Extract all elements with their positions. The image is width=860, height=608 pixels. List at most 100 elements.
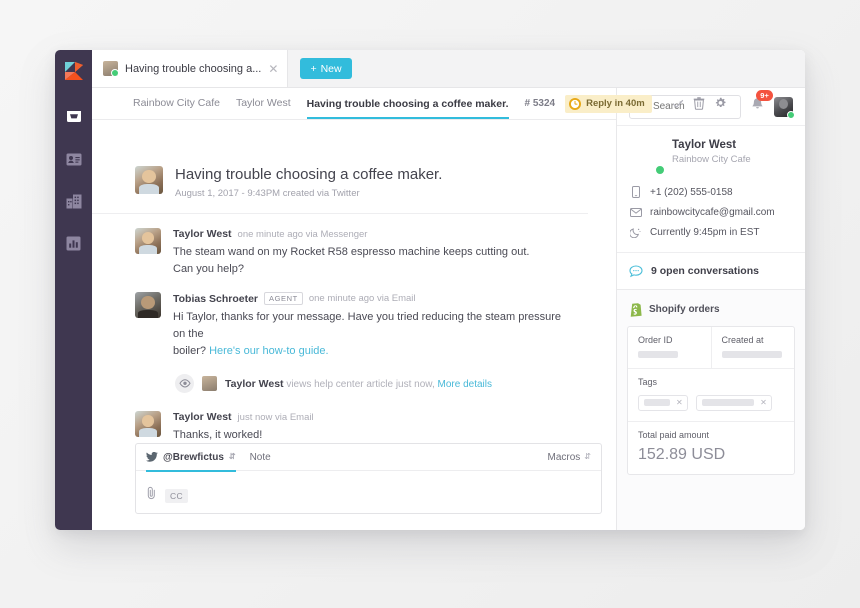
conversation-column: Rainbow City Cafe Taylor West Having tro… bbox=[92, 88, 726, 530]
message-meta: just now via Email bbox=[237, 411, 314, 423]
how-to-guide-link[interactable]: Here's our how-to guide. bbox=[209, 345, 329, 357]
contact-phone: +1 (202) 555-0158 bbox=[650, 186, 733, 198]
contact-name: Taylor West bbox=[672, 139, 737, 151]
cc-button[interactable]: CC bbox=[165, 488, 188, 503]
contact-header: Taylor West Rainbow City Cafe bbox=[629, 139, 793, 176]
avatar bbox=[135, 166, 163, 194]
contact-phone-row[interactable]: +1 (202) 555-0158 bbox=[629, 186, 793, 198]
chevron-updown-icon: ⇵ bbox=[228, 452, 236, 462]
close-icon[interactable]: ✕ bbox=[760, 398, 767, 407]
message-header: Tobias Schroeter AGENT one minute ago vi… bbox=[173, 292, 563, 306]
new-button[interactable]: + New bbox=[300, 58, 352, 79]
created-at-value bbox=[721, 351, 782, 358]
close-icon[interactable]: ✕ bbox=[268, 63, 278, 75]
sidebar-item-organizations[interactable] bbox=[61, 188, 87, 214]
total-paid-amount: 152.89 USD bbox=[638, 446, 726, 463]
event-description: views help center article just now, bbox=[286, 378, 435, 390]
breadcrumb-item-conversation[interactable]: Having trouble choosing a coffee maker. bbox=[306, 98, 509, 119]
status-badge[interactable]: Reply in 40m bbox=[565, 94, 652, 113]
more-details-link[interactable]: More details bbox=[438, 379, 492, 390]
total-paid-section: Total paid amount 152.89 USD bbox=[628, 422, 794, 474]
message: Taylor West one minute ago via Messenger… bbox=[92, 214, 602, 278]
clock-icon bbox=[569, 97, 582, 110]
message-header: Taylor West just now via Email bbox=[173, 411, 314, 423]
tab-bar: Having trouble choosing a... ✕ + New bbox=[92, 50, 805, 88]
shopify-app-block: Shopify orders Order ID Created at Tags … bbox=[617, 290, 805, 475]
contact-card: Taylor West Rainbow City Cafe +1 (202) 5… bbox=[617, 126, 805, 253]
breadcrumb-item-org[interactable]: Rainbow City Cafe bbox=[133, 97, 220, 110]
page-title: Having trouble choosing a coffee maker. bbox=[175, 166, 443, 183]
open-conversations-label: 9 open conversations bbox=[651, 265, 759, 277]
avatar bbox=[202, 376, 217, 392]
tag-value bbox=[644, 399, 670, 406]
message-author: Taylor West bbox=[173, 228, 232, 240]
message-body: Thanks, it worked! bbox=[173, 427, 314, 443]
message-meta: one minute ago via Messenger bbox=[237, 228, 368, 240]
tab-label: Having trouble choosing a... bbox=[125, 62, 262, 75]
app-title: Shopify orders bbox=[649, 304, 720, 315]
shopify-icon bbox=[630, 303, 642, 317]
tab-channel-twitter[interactable]: @Brewfictus ⇵ bbox=[146, 444, 236, 473]
reply-composer[interactable]: @Brewfictus ⇵ Note Macros ⇵ CC bbox=[135, 443, 602, 514]
composer-toolbar: CC bbox=[136, 486, 601, 513]
avatar bbox=[135, 411, 161, 438]
inbox-icon bbox=[66, 110, 81, 122]
message-header: Taylor West one minute ago via Messenger bbox=[173, 228, 529, 240]
main-area: Having trouble choosing a... ✕ + New Rai… bbox=[92, 50, 805, 530]
sidebar-item-contacts[interactable] bbox=[61, 146, 87, 172]
avatar[interactable] bbox=[774, 96, 795, 119]
gear-icon[interactable] bbox=[714, 97, 727, 110]
contact-time-row: Currently 9:45pm in EST bbox=[629, 227, 793, 238]
subject-meta: August 1, 2017 - 9:43PM created via Twit… bbox=[175, 188, 360, 199]
message-thread[interactable]: Having trouble choosing a coffee maker. … bbox=[92, 120, 616, 443]
activity-event: Taylor West views help center article ju… bbox=[92, 360, 602, 394]
plus-icon: + bbox=[310, 62, 317, 75]
sidebar-item-inbox[interactable] bbox=[61, 104, 87, 130]
breadcrumb: Rainbow City Cafe Taylor West Having tro… bbox=[92, 88, 726, 120]
order-id-label: Order ID bbox=[638, 335, 673, 345]
left-nav-rail bbox=[55, 50, 92, 530]
contact-organization: Rainbow City Cafe bbox=[672, 154, 751, 165]
sidebar-item-reports[interactable] bbox=[61, 230, 87, 256]
notifications-button[interactable]: 9+ bbox=[751, 90, 773, 116]
conversation-tab[interactable]: Having trouble choosing a... ✕ bbox=[92, 50, 289, 87]
macros-dropdown[interactable]: Macros ⇵ bbox=[548, 452, 592, 463]
agent-badge: AGENT bbox=[264, 292, 303, 306]
breadcrumb-item-contact[interactable]: Taylor West bbox=[236, 97, 291, 110]
message-line: Can you help? bbox=[173, 263, 244, 276]
channel-handle: @Brewfictus bbox=[163, 451, 224, 463]
reply-input[interactable] bbox=[136, 471, 601, 486]
avatar bbox=[135, 228, 161, 254]
phone-icon bbox=[629, 186, 642, 198]
contact-email-row[interactable]: rainbowcitycafe@gmail.com bbox=[629, 207, 793, 218]
close-icon[interactable]: ✕ bbox=[676, 398, 683, 407]
trash-icon[interactable] bbox=[693, 97, 705, 110]
conversation-subject: Having trouble choosing a coffee maker. … bbox=[92, 120, 588, 214]
shopify-order-card: Order ID Created at Tags ✕ ✕ Total paid … bbox=[627, 326, 795, 475]
created-at-label: Created at bbox=[721, 335, 764, 345]
app-header: Shopify orders bbox=[627, 302, 795, 317]
ticket-number: # 5324 bbox=[524, 98, 556, 109]
eye-icon bbox=[175, 374, 194, 394]
right-sidebar: 9+ Taylor West Rainbow City bbox=[617, 88, 805, 530]
contact-email: rainbowcitycafe@gmail.com bbox=[650, 207, 775, 218]
message: Taylor West just now via Email Thanks, i… bbox=[92, 393, 602, 443]
message-line: Thanks, it worked! bbox=[173, 429, 263, 442]
message-line: The steam wand on my Rocket R58 espresso… bbox=[173, 246, 530, 258]
new-button-label: New bbox=[320, 62, 342, 75]
open-conversations-row[interactable]: 9 open conversations bbox=[617, 253, 805, 290]
tab-avatar bbox=[103, 61, 118, 76]
screen: Having trouble choosing a... ✕ + New Rai… bbox=[0, 0, 860, 608]
paperclip-icon[interactable] bbox=[146, 486, 157, 505]
message-body: Hi Taylor, thanks for your message. Have… bbox=[173, 309, 563, 360]
order-id-field: Order ID bbox=[628, 327, 711, 368]
chevron-updown-icon: ⇵ bbox=[584, 452, 591, 462]
check-icon[interactable] bbox=[672, 98, 684, 110]
message-author: Tobias Schroeter bbox=[173, 292, 258, 305]
contact-card-icon bbox=[66, 153, 81, 165]
tag-chip[interactable]: ✕ bbox=[638, 394, 688, 411]
tag-value bbox=[702, 399, 755, 406]
tab-note[interactable]: Note bbox=[250, 452, 271, 463]
tag-chip[interactable]: ✕ bbox=[696, 394, 772, 411]
kayako-logo-icon[interactable] bbox=[63, 60, 85, 82]
